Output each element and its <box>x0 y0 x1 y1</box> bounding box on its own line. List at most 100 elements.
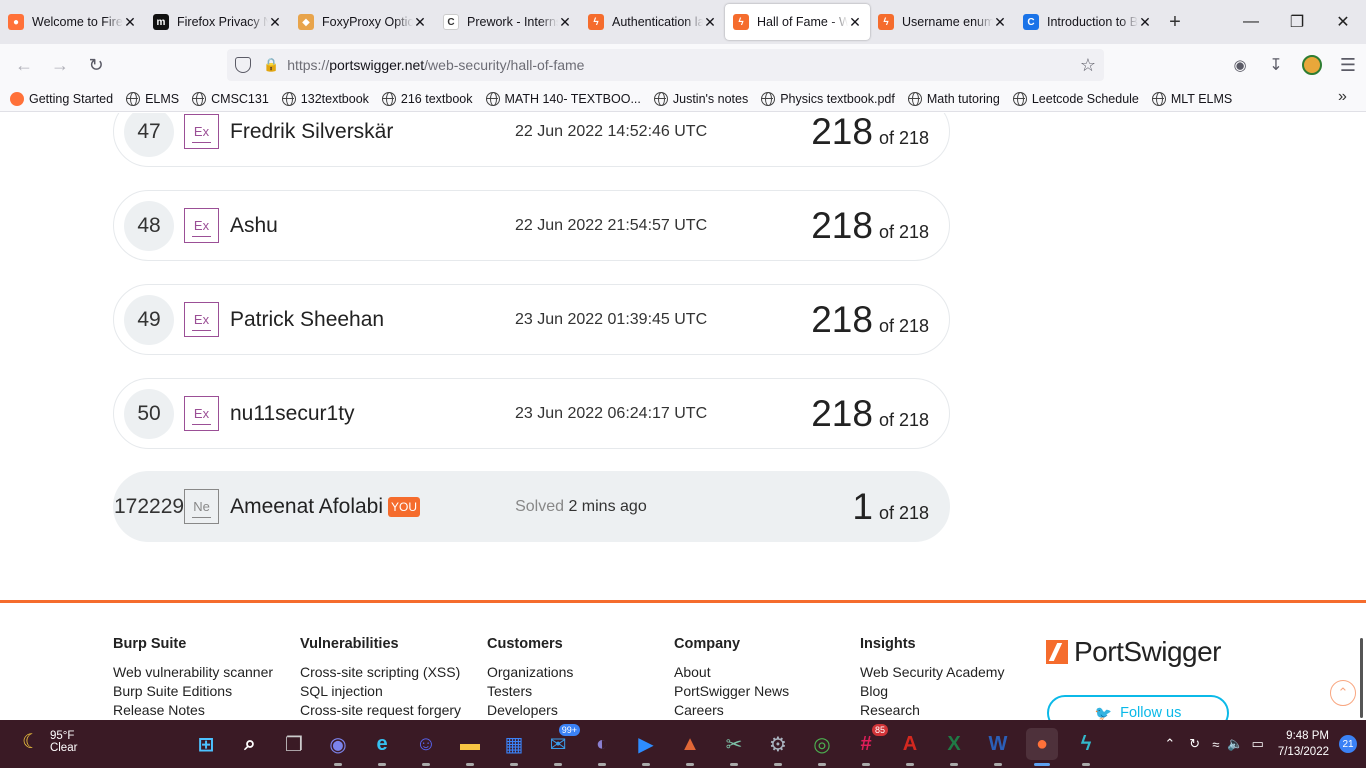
footer-link[interactable]: Release Notes <box>113 702 273 718</box>
mail-app[interactable]: ✉ 99+ <box>542 724 580 766</box>
footer-link[interactable]: Burp Suite Editions <box>113 683 273 699</box>
clock[interactable]: 9:48 PM 7/13/2022 <box>1278 728 1329 760</box>
footer-link[interactable]: Blog <box>860 683 1004 699</box>
footer-link[interactable]: Cross-site request forgery <box>300 702 461 718</box>
slack-app[interactable]: #85 <box>850 724 888 766</box>
eclipse-app[interactable]: ◐ <box>586 728 618 766</box>
bookmark-item[interactable]: Leetcode Schedule <box>1012 91 1139 106</box>
browser-tab[interactable]: m Firefox Privacy Notice✕ <box>145 4 290 40</box>
firefox-app[interactable]: ● <box>1026 728 1058 766</box>
back-button[interactable]: ← <box>6 49 42 81</box>
globe-icon <box>761 91 776 106</box>
shield-icon[interactable] <box>235 57 251 73</box>
bookmark-item[interactable]: Justin's notes <box>653 91 748 106</box>
sync-icon[interactable]: ↻ <box>1189 736 1200 752</box>
address-bar[interactable]: 🔒 https://portswigger.net/web-security/h… <box>227 49 1104 81</box>
search-button[interactable]: ⌕ <box>234 728 266 760</box>
bookmark-star-icon[interactable]: ☆ <box>1080 55 1096 76</box>
browser-tab[interactable]: ● Welcome to Firefox✕ <box>0 4 145 40</box>
leaderboard-row: 47 Ex Fredrik Silverskär 22 Jun 2022 14:52:… <box>113 113 950 167</box>
bookmark-item[interactable]: 132textbook <box>281 91 369 106</box>
close-tab-icon[interactable]: ✕ <box>413 14 427 31</box>
discord-app[interactable]: ☺ <box>410 728 442 766</box>
close-tab-icon[interactable]: ✕ <box>848 14 862 31</box>
footer-column: Vulnerabilities Cross-site scripting (XSS… <box>300 636 461 720</box>
teams-chat-app[interactable]: ◉ <box>322 728 354 766</box>
chevron-up-icon[interactable]: ⌃ <box>1164 736 1175 752</box>
footer-link[interactable]: PortSwigger News <box>674 683 789 699</box>
pocket-icon[interactable]: ◉ <box>1222 49 1258 81</box>
scrollbar-thumb[interactable] <box>1360 638 1363 718</box>
footer-link[interactable]: Web vulnerability scanner <box>113 664 273 680</box>
volume-icon[interactable]: 🔈 <box>1227 736 1243 752</box>
menu-icon[interactable]: ☰ <box>1330 49 1366 81</box>
bookmark-item[interactable]: Math tutoring <box>907 91 1000 106</box>
downloads-icon[interactable]: ↧ <box>1258 49 1294 81</box>
lock-icon[interactable]: 🔒 <box>263 57 279 73</box>
browser-tab[interactable]: C Introduction to Burp✕ <box>1015 4 1160 40</box>
acrobat-app[interactable]: A <box>894 728 926 766</box>
footer-link[interactable]: Careers <box>674 702 789 718</box>
footer-link[interactable]: Cross-site scripting (XSS) <box>300 664 461 680</box>
close-tab-icon[interactable]: ✕ <box>1138 14 1152 31</box>
settings-app[interactable]: ⚙ <box>762 728 794 766</box>
burp-extension-icon[interactable] <box>1294 49 1330 81</box>
username-text: Ameenat Afolabi <box>230 494 384 518</box>
bookmark-item[interactable]: MLT ELMS <box>1151 91 1232 106</box>
close-tab-icon[interactable]: ✕ <box>558 14 572 31</box>
close-tab-icon[interactable]: ✕ <box>993 14 1007 31</box>
bookmark-item[interactable]: 216 textbook <box>381 91 473 106</box>
footer-link[interactable]: Web Security Academy <box>860 664 1004 680</box>
bookmark-item[interactable]: CMSC131 <box>192 91 269 106</box>
close-tab-icon[interactable]: ✕ <box>703 14 717 31</box>
burp-app[interactable]: ϟ <box>1070 728 1102 766</box>
browser-tab[interactable]: C Prework - Internship✕ <box>435 4 580 40</box>
bookmark-item[interactable]: Getting Started <box>10 91 113 106</box>
matlab-app[interactable]: ▲ <box>674 728 706 766</box>
browser-tab[interactable]: ϟ Hall of Fame - Web Security✕ <box>725 4 870 40</box>
notification-count[interactable]: 21 <box>1339 735 1357 753</box>
wifi-icon[interactable]: ≈ <box>1212 737 1219 752</box>
close-tab-icon[interactable]: ✕ <box>268 14 282 31</box>
username: Fredrik Silverskär <box>230 119 394 143</box>
excel-app[interactable]: X <box>938 728 970 766</box>
footer-link[interactable]: Organizations <box>487 664 573 680</box>
word-app[interactable]: W <box>982 728 1014 766</box>
task-view-button[interactable]: ❐ <box>278 728 310 760</box>
minimize-button[interactable]: — <box>1228 0 1274 44</box>
store-app[interactable]: ▦ <box>498 728 530 766</box>
chrome-app[interactable]: ◎ <box>806 728 838 766</box>
brand-name: PortSwigger <box>1074 636 1222 667</box>
zoom-app[interactable]: ▶ <box>630 728 662 766</box>
bookmark-item[interactable]: MATH 140- TEXTBOO... <box>485 91 641 106</box>
close-window-button[interactable]: ✕ <box>1320 0 1366 44</box>
forward-button[interactable]: → <box>42 49 78 81</box>
bookmarks-overflow-icon[interactable]: » <box>1338 88 1347 106</box>
weather-widget[interactable]: ☾ 95°F Clear <box>22 729 77 754</box>
running-indicator <box>994 763 1002 766</box>
footer-link[interactable]: Developers <box>487 702 573 718</box>
snipping-app[interactable]: ✂ <box>718 728 750 766</box>
solved-when: 2 mins ago <box>568 497 647 515</box>
close-tab-icon[interactable]: ✕ <box>123 14 137 31</box>
follow-us-button[interactable]: 🐦 Follow us <box>1047 695 1229 720</box>
footer-link[interactable]: SQL injection <box>300 683 461 699</box>
bookmark-item[interactable]: ELMS <box>126 91 179 106</box>
restore-button[interactable]: ❐ <box>1274 0 1320 44</box>
footer-link[interactable]: Testers <box>487 683 573 699</box>
browser-tab[interactable]: ϟ Authentication lab ✕ <box>580 4 725 40</box>
browser-tab[interactable]: ◆ FoxyProxy Options✕ <box>290 4 435 40</box>
portswigger-logo[interactable]: PortSwigger <box>1046 636 1222 668</box>
battery-icon[interactable]: ▭ <box>1252 736 1264 752</box>
reload-button[interactable]: ↻ <box>78 49 114 81</box>
bookmark-item[interactable]: Physics textbook.pdf <box>761 91 895 106</box>
footer-link[interactable]: About <box>674 664 789 680</box>
back-to-top-icon[interactable]: ⌃ <box>1330 680 1356 706</box>
browser-tab[interactable]: ϟ Username enumeration✕ <box>870 4 1015 40</box>
new-tab-button[interactable]: + <box>1160 4 1190 40</box>
globe-icon <box>281 91 296 106</box>
start-button[interactable]: ⊞ <box>190 728 222 760</box>
file-explorer-app[interactable]: ▬ <box>454 728 486 766</box>
edge-app[interactable]: e <box>366 728 398 766</box>
footer-link[interactable]: Research <box>860 702 1004 718</box>
